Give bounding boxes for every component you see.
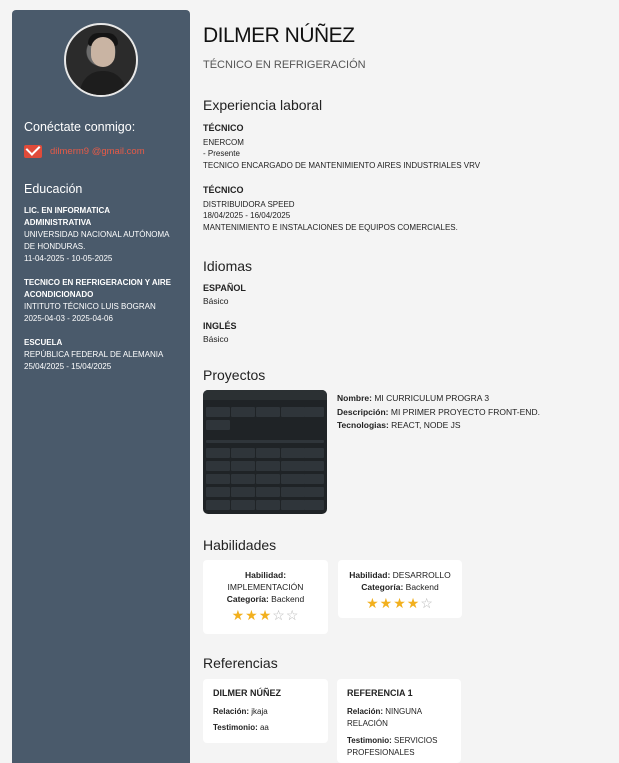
education-school: DE HONDURAS. <box>24 242 86 251</box>
skill-label: Habilidad: <box>244 570 287 580</box>
reference-name: DILMER NÚÑEZ <box>213 688 281 698</box>
education-item: TECNICO EN REFRIGERACION Y AIRE ACONDICI… <box>24 277 186 325</box>
star-filled-icon: ★ <box>406 595 421 611</box>
education-degree: TECNICO EN REFRIGERACION Y AIRE <box>24 278 171 287</box>
skill-rating: ★★★★☆ <box>338 595 462 612</box>
language-name: ESPAÑOL <box>203 283 246 293</box>
job-company: ENERCOM <box>203 137 244 147</box>
skill-card: Habilidad: DESARROLLO Categoría: Backend… <box>338 560 462 618</box>
language-level: Básico <box>203 334 229 344</box>
project-description: MI PRIMER PROYECTO FRONT-END. <box>390 406 540 417</box>
education-item: LIC. EN INFORMATICA ADMINISTRATIVA UNIVE… <box>24 205 186 265</box>
languages-heading: Idiomas <box>203 258 253 274</box>
job-description: MANTENIMIENTO E INSTALACIONES DE EQUIPOS… <box>203 222 458 232</box>
star-filled-icon: ★ <box>379 595 394 611</box>
projects-heading: Proyectos <box>203 367 266 383</box>
skill-rating: ★★★☆☆ <box>203 607 328 624</box>
project-screenshot[interactable] <box>203 390 327 514</box>
education-school: REPÚBLICA FEDERAL DE ALEMANIA <box>24 350 164 359</box>
project-technologies: REACT, NODE JS <box>391 420 461 430</box>
job-title: TÉCNICO <box>203 123 244 133</box>
star-empty-icon: ☆ <box>272 607 286 623</box>
email-link[interactable]: dilmerm9 @gmail.com <box>50 146 145 157</box>
education-school: UNIVERSIDAD NACIONAL AUTÓNOMA <box>24 230 170 239</box>
reference-relation-label: Relación: <box>347 706 384 716</box>
education-school: INTITUTO TÉCNICO LUIS BOGRAN <box>24 302 156 311</box>
job-title: TÉCNICO <box>203 185 244 195</box>
profile-name: DILMER NÚÑEZ <box>203 24 355 47</box>
project-info: Nombre: MI CURRICULUM PROGRA 3 Descripci… <box>337 392 540 433</box>
language-item: INGLÉS Básico <box>203 320 237 346</box>
star-filled-icon: ★ <box>231 607 246 623</box>
skill-category-label: Categoría: <box>226 594 269 604</box>
skill-name: DESARROLLO <box>392 570 451 580</box>
profile-title: TÉCNICO EN REFRIGERACIÓN <box>203 59 366 71</box>
project-desc-label: Descripción: <box>337 406 389 417</box>
education-degree: ESCUELA <box>24 338 63 347</box>
language-item: ESPAÑOL Básico <box>203 282 246 308</box>
reference-card: DILMER NÚÑEZ Relación: jkaja Testimonio:… <box>203 679 328 743</box>
education-item: ESCUELA REPÚBLICA FEDERAL DE ALEMANIA 25… <box>24 337 186 373</box>
education-dates: 11-04-2025 - 10-05-2025 <box>24 254 113 263</box>
reference-testimony-label: Testimonio: <box>213 723 258 732</box>
project-name: MI CURRICULUM PROGRA 3 <box>374 393 490 403</box>
star-filled-icon: ★ <box>258 607 273 623</box>
job-dates: - Presente <box>203 149 240 158</box>
reference-relation: jkaja <box>251 706 268 716</box>
references-heading: Referencias <box>203 655 278 671</box>
sidebar: Conéctate conmigo: dilmerm9 @gmail.com E… <box>12 10 190 763</box>
skill-label: Habilidad: <box>349 570 391 580</box>
job-item: TÉCNICO DISTRIBUIDORA SPEED 18/04/2025 -… <box>203 185 603 233</box>
skill-category: Backend <box>405 582 439 592</box>
project-name-label: Nombre: <box>337 393 372 403</box>
star-filled-icon: ★ <box>366 595 380 611</box>
profile-photo <box>64 23 138 97</box>
skill-card: Habilidad: IMPLEMENTACIÓN Categoría: Bac… <box>203 560 328 634</box>
reference-relation-label: Relación: <box>213 706 250 716</box>
connect-heading: Conéctate conmigo: <box>24 120 136 134</box>
project-tech-label: Tecnologias: <box>337 420 389 430</box>
job-dates: 18/04/2025 - 16/04/2025 <box>203 211 291 220</box>
reference-testimony: aa <box>259 723 269 732</box>
skill-category-label: Categoría: <box>361 582 404 592</box>
education-degree: ACONDICIONADO <box>24 290 94 299</box>
education-degree: ADMINISTRATIVA <box>24 218 92 227</box>
language-level: Básico <box>203 296 229 306</box>
star-filled-icon: ★ <box>245 607 259 623</box>
reference-card: REFERENCIA 1 Relación: NINGUNA RELACIÓN … <box>337 679 461 763</box>
skill-name: IMPLEMENTACIÓN <box>227 582 304 592</box>
reference-name: REFERENCIA 1 <box>347 688 413 698</box>
job-company: DISTRIBUIDORA SPEED <box>203 199 295 209</box>
reference-testimony-label: Testimonio: <box>347 735 392 745</box>
job-description: TECNICO ENCARGADO DE MANTENIMIENTO AIRES… <box>203 160 481 170</box>
email-contact[interactable]: dilmerm9 @gmail.com <box>24 145 145 158</box>
job-item: TÉCNICO ENERCOM - Presente TECNICO ENCAR… <box>203 123 603 171</box>
star-filled-icon: ★ <box>393 595 407 611</box>
star-empty-icon: ☆ <box>420 595 434 611</box>
experience-heading: Experiencia laboral <box>203 97 323 113</box>
skills-heading: Habilidades <box>203 537 277 553</box>
star-empty-icon: ☆ <box>285 607 300 623</box>
skill-category: Backend <box>271 594 305 604</box>
education-heading: Educación <box>24 182 83 196</box>
email-icon <box>24 145 42 158</box>
education-degree: LIC. EN INFORMATICA <box>24 206 111 215</box>
education-dates: 2025-04-03 - 2025-04-06 <box>24 314 113 323</box>
language-name: INGLÉS <box>203 321 237 331</box>
education-dates: 25/04/2025 - 15/04/2025 <box>24 362 112 371</box>
